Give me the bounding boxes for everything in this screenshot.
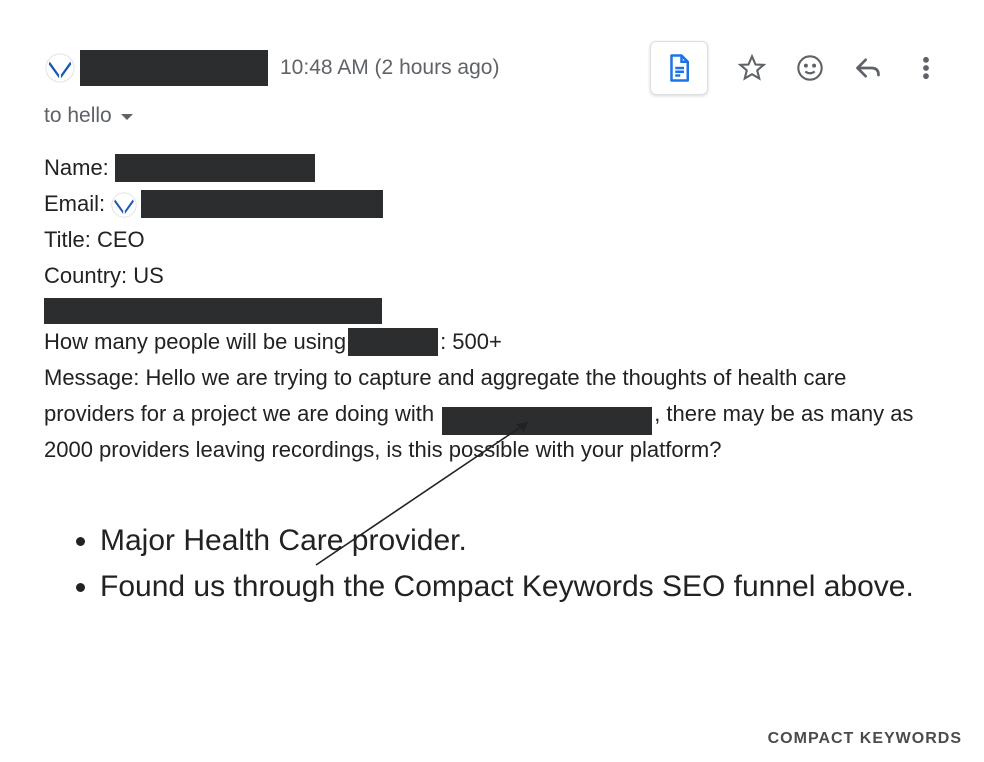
- product-redacted: [348, 328, 438, 356]
- star-icon: [738, 54, 766, 82]
- name-label: Name:: [44, 150, 109, 186]
- name-redacted: [115, 154, 315, 182]
- sender-name-redacted: [80, 50, 268, 86]
- smiley-icon: [796, 54, 824, 82]
- email-header: 10:48 AM (2 hours ago): [44, 40, 940, 96]
- email-logo-icon: [111, 186, 137, 222]
- sender-avatar: [44, 52, 76, 84]
- reply-button[interactable]: [854, 54, 882, 82]
- kebab-icon: [912, 54, 940, 82]
- message-block: Message: Hello we are trying to capture …: [44, 360, 940, 468]
- more-button[interactable]: [912, 54, 940, 82]
- to-recipient: hello: [67, 104, 111, 128]
- email-redacted: [141, 190, 383, 218]
- email-label: Email:: [44, 186, 105, 222]
- title-label: Title:: [44, 222, 91, 258]
- usage-prefix: How many people will be using: [44, 324, 346, 360]
- partner-redacted: [442, 407, 652, 435]
- recipient-line[interactable]: to hello: [44, 104, 940, 128]
- watermark: COMPACT KEYWORDS: [768, 730, 962, 748]
- react-button[interactable]: [796, 54, 824, 82]
- company-redacted: [44, 298, 382, 324]
- annotation-list: Major Health Care provider. Found us thr…: [44, 520, 940, 608]
- to-prefix: to: [44, 104, 62, 128]
- star-button[interactable]: [738, 54, 766, 82]
- email-timestamp: 10:48 AM (2 hours ago): [280, 56, 499, 80]
- country-label: Country:: [44, 258, 127, 294]
- attachment-button[interactable]: [650, 41, 708, 95]
- chevron-down-icon: [120, 104, 134, 128]
- title-value: CEO: [97, 222, 145, 258]
- country-value: US: [133, 258, 164, 294]
- annotation-item: Found us through the Compact Keywords SE…: [100, 566, 940, 608]
- usage-suffix: : 500+: [440, 324, 502, 360]
- email-body: Name: Email: Title: CEO Country: US How …: [44, 150, 940, 468]
- message-label: Message:: [44, 365, 139, 390]
- document-icon: [664, 53, 694, 83]
- reply-icon: [854, 54, 882, 82]
- annotation-item: Major Health Care provider.: [100, 520, 940, 562]
